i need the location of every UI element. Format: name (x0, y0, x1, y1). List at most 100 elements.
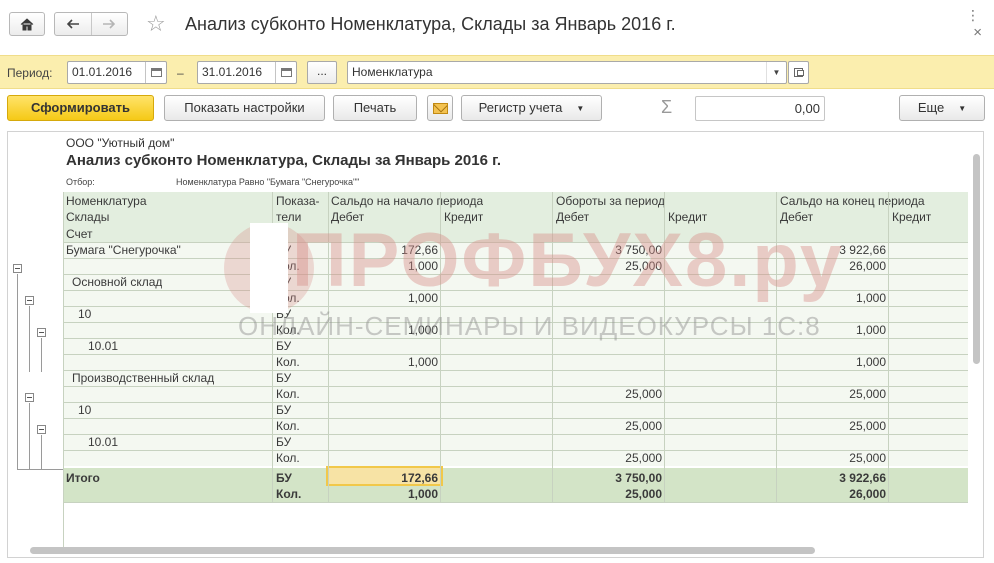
arrow-right-icon (103, 19, 116, 29)
row-name[interactable]: Производственный склад (72, 371, 214, 386)
row-name[interactable]: Бумага "Снегурочка" (66, 243, 181, 258)
report-organization: ООО "Уютный дом" (66, 136, 175, 150)
select-period-button[interactable]: ... (307, 61, 337, 84)
collapse-icon[interactable] (25, 296, 34, 305)
column-divider (440, 192, 441, 502)
calendar-icon[interactable] (275, 62, 296, 83)
total-turnover-debit-qty[interactable]: 25,000 (554, 487, 662, 502)
tree-line (17, 469, 63, 470)
report-title: Анализ субконто Номенклатура, Склады за … (66, 152, 501, 169)
forward-button[interactable] (90, 13, 127, 35)
header-credit: Кредит (668, 210, 708, 224)
row-closing-debit[interactable]: 3 922,66 (778, 243, 886, 258)
period-to-field[interactable]: 31.01.2016 (197, 61, 297, 84)
row-closing-debit[interactable]: 25,000 (778, 387, 886, 402)
more-actions-label: Еще (917, 100, 945, 115)
row-indicator: БУ (276, 275, 292, 289)
vertical-scrollbar[interactable] (973, 154, 980, 364)
collapse-icon[interactable] (25, 393, 34, 402)
row-name[interactable]: 10 (78, 307, 91, 322)
column-divider (888, 192, 889, 502)
home-icon (20, 17, 34, 30)
horizontal-scrollbar[interactable] (30, 547, 815, 554)
header-turnover: Обороты за период (556, 194, 665, 208)
collapse-icon[interactable] (37, 425, 46, 434)
total-label: Итого (66, 471, 100, 485)
collapse-icon[interactable] (37, 328, 46, 337)
show-settings-button[interactable]: Показать настройки (164, 95, 325, 121)
report-filter-value: Номенклатура Равно "Бумага "Снегурочка"" (176, 177, 360, 187)
total-turnover-debit-bu[interactable]: 3 750,00 (554, 471, 662, 486)
row-divider (63, 306, 968, 307)
back-button[interactable] (55, 13, 91, 35)
column-divider (664, 192, 665, 502)
total-closing-debit-qty[interactable]: 26,000 (778, 487, 886, 502)
row-name[interactable]: Основной склад (72, 275, 162, 290)
column-divider (328, 192, 329, 502)
row-opening-debit[interactable]: 1,000 (330, 355, 438, 370)
tree-line (41, 435, 42, 469)
open-button[interactable] (788, 61, 809, 84)
period-dash: – (177, 66, 184, 80)
total-closing-debit-bu[interactable]: 3 922,66 (778, 471, 886, 486)
row-divider (63, 502, 968, 503)
header-opening-balance: Сальдо на начало периода (331, 194, 484, 208)
column-divider (63, 192, 64, 502)
generate-button[interactable]: Сформировать (7, 95, 154, 121)
row-turnover-debit[interactable]: 25,000 (554, 387, 662, 402)
period-bar: Период: 01.01.2016 – 31.01.2016 ... Номе… (0, 55, 994, 89)
header-credit: Кредит (444, 210, 484, 224)
header-debit: Дебет (780, 210, 814, 224)
row-turnover-debit[interactable]: 25,000 (554, 419, 662, 434)
header-account: Счет (66, 227, 93, 241)
row-closing-debit[interactable]: 1,000 (778, 291, 886, 306)
report-spreadsheet[interactable]: ООО "Уютный дом" Анализ субконто Номенкл… (7, 131, 984, 558)
column-divider (63, 502, 64, 547)
row-closing-debit[interactable]: 1,000 (778, 355, 886, 370)
row-turnover-debit[interactable]: 3 750,00 (554, 243, 662, 258)
calendar-icon[interactable] (145, 62, 166, 83)
period-label: Период: (7, 66, 53, 80)
row-closing-debit[interactable]: 26,000 (778, 259, 886, 274)
chevron-down-icon[interactable]: ▼ (766, 62, 786, 83)
print-button[interactable]: Печать (333, 95, 417, 121)
row-closing-debit[interactable]: 25,000 (778, 451, 886, 466)
row-name[interactable]: 10.01 (88, 435, 118, 450)
row-opening-debit[interactable]: 172,66 (330, 243, 438, 258)
row-opening-debit[interactable]: 1,000 (330, 323, 438, 338)
row-turnover-debit[interactable]: 25,000 (554, 259, 662, 274)
row-name[interactable]: 10.01 (88, 339, 118, 354)
total-opening-debit-bu[interactable]: 172,66 (330, 471, 438, 486)
open-window-icon (794, 68, 804, 77)
row-indicator: БУ (276, 307, 292, 321)
row-turnover-debit[interactable]: 25,000 (554, 451, 662, 466)
row-indicator: БУ (276, 339, 292, 353)
row-closing-debit[interactable]: 25,000 (778, 419, 886, 434)
more-actions-button[interactable]: Еще ▼ (899, 95, 985, 121)
header-closing-balance: Сальдо на конец периода (780, 194, 925, 208)
row-indicator: Кол. (276, 387, 300, 401)
tree-line (41, 338, 42, 372)
row-name[interactable]: 10 (78, 403, 91, 418)
send-email-button[interactable] (427, 95, 453, 121)
row-opening-debit[interactable]: 1,000 (330, 259, 438, 274)
row-divider (63, 434, 968, 435)
tree-line (17, 274, 18, 470)
period-from-field[interactable]: 01.01.2016 (67, 61, 167, 84)
total-opening-debit-qty[interactable]: 1,000 (330, 487, 438, 502)
row-indicator: БУ (276, 243, 292, 257)
more-icon[interactable]: ⋮ (966, 8, 980, 22)
header-debit: Дебет (556, 210, 590, 224)
row-closing-debit[interactable]: 1,000 (778, 323, 886, 338)
close-icon[interactable]: × (973, 24, 982, 41)
collapse-icon[interactable] (13, 264, 22, 273)
account-register-button[interactable]: Регистр учета ▼ (461, 95, 602, 121)
home-button[interactable] (9, 12, 45, 36)
row-indicator: Кол. (276, 259, 300, 273)
row-opening-debit[interactable]: 1,000 (330, 291, 438, 306)
period-from-value: 01.01.2016 (72, 65, 133, 79)
favorite-star-icon[interactable]: ☆ (146, 13, 166, 35)
header-credit: Кредит (892, 210, 932, 224)
total-indicator-qty: Кол. (276, 487, 302, 501)
subconto-types-select[interactable]: Номенклатура ▼ (347, 61, 787, 84)
